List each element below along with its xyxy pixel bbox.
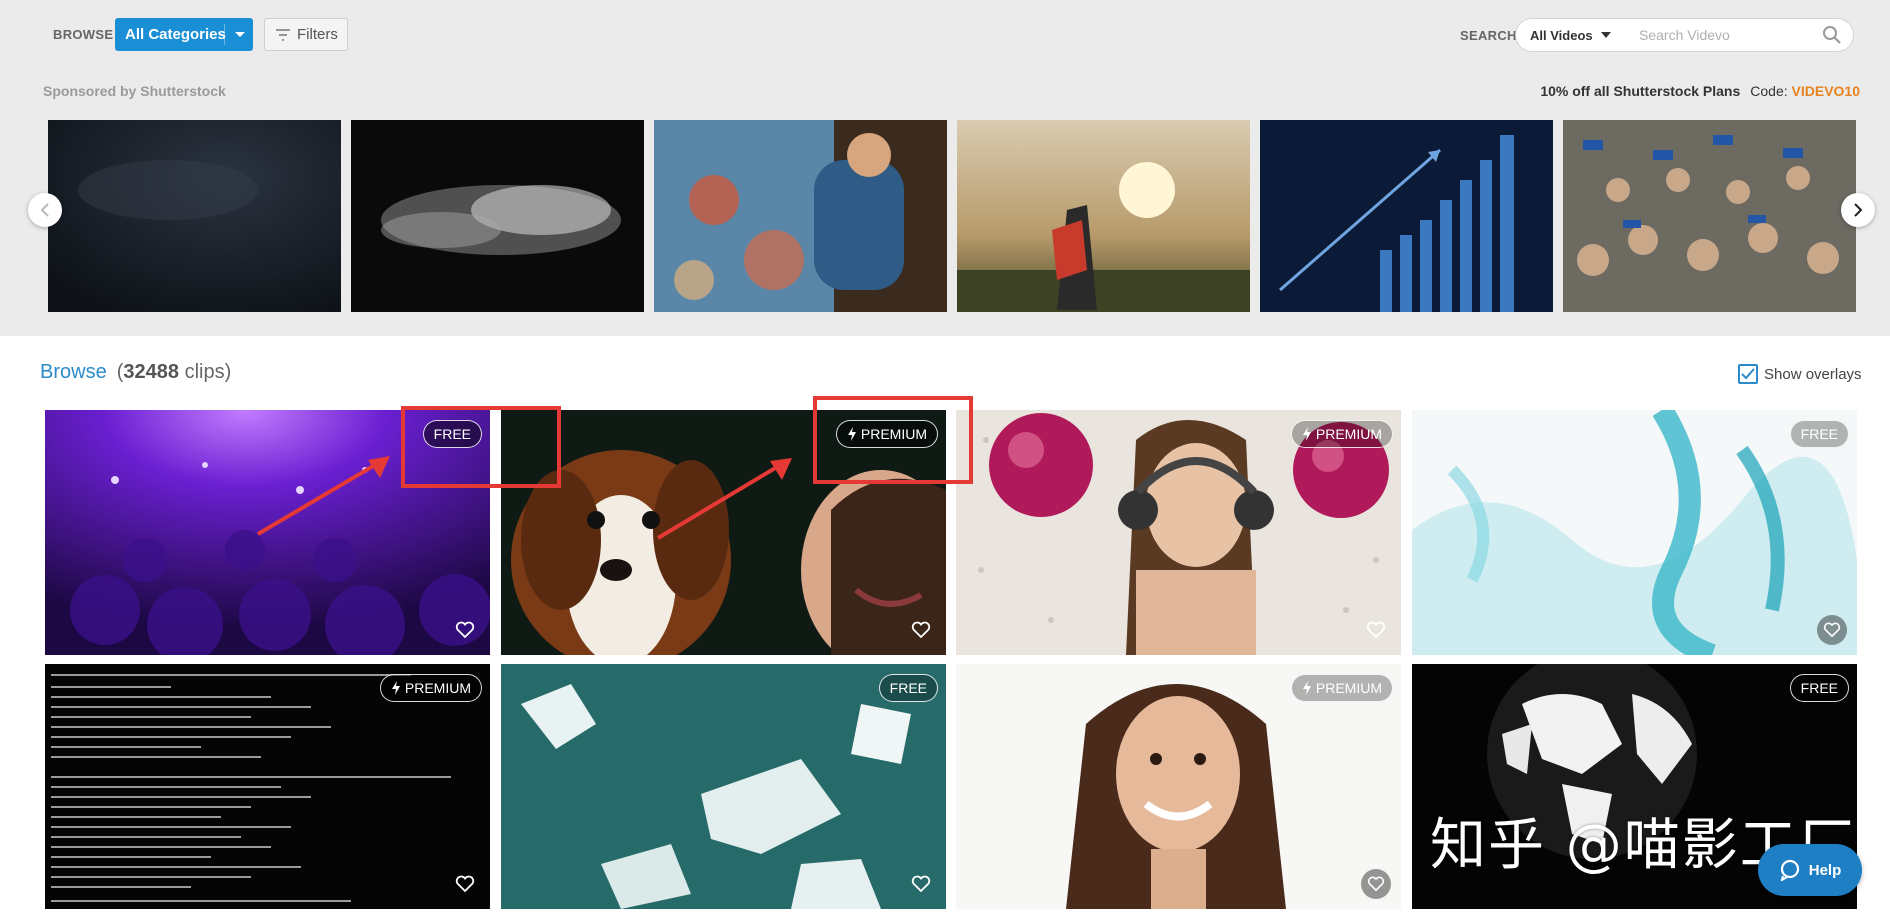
carousel-thumbnail[interactable] [351, 120, 644, 312]
annotation-arrow-premium [656, 458, 792, 540]
heart-icon [911, 621, 931, 639]
chevron-right-icon [1854, 203, 1863, 217]
category-button-label: All Categories [125, 26, 226, 43]
show-overlays-checkbox[interactable] [1738, 364, 1758, 384]
carousel-thumbnail[interactable] [654, 120, 947, 312]
heart-icon [455, 875, 475, 893]
carousel-thumbnail[interactable] [957, 120, 1250, 312]
carousel-prev-button[interactable] [28, 193, 62, 227]
favorite-button[interactable] [450, 869, 480, 899]
sponsored-label: Sponsored by Shutterstock [43, 83, 226, 99]
free-badge: FREE [1789, 674, 1849, 702]
search-label: SEARCH [1460, 28, 1517, 43]
premium-badge: PREMIUM [1290, 420, 1393, 448]
heart-icon [455, 621, 475, 639]
clip-card[interactable]: FREE [501, 664, 946, 909]
browse-header: Browse (32488 clips) [40, 361, 231, 384]
annotation-box-free [401, 406, 561, 488]
carousel-thumbnail[interactable] [1563, 120, 1856, 312]
show-overlays-toggle[interactable]: Show overlays [1738, 364, 1862, 384]
premium-badge: PREMIUM [1290, 674, 1393, 702]
promo-text: 10% off all Shutterstock Plans [1540, 83, 1741, 99]
chevron-left-icon [40, 203, 49, 217]
carousel-thumbnail[interactable] [48, 120, 341, 312]
search-icon[interactable] [1822, 25, 1842, 45]
favorite-button[interactable] [1361, 869, 1391, 899]
carousel-next-button[interactable] [1841, 193, 1875, 227]
lightning-icon [1302, 681, 1311, 695]
promo-code: Code: VIDEVO10 [1750, 83, 1860, 99]
promo-banner[interactable]: 10% off all Shutterstock Plans Code: VID… [1540, 83, 1860, 99]
help-button[interactable]: Help [1758, 844, 1862, 896]
search-input[interactable] [1629, 18, 1854, 52]
premium-badge: PREMIUM [379, 674, 482, 702]
search-scope-select[interactable]: All Videos [1515, 18, 1630, 52]
heart-icon [1366, 621, 1386, 639]
favorite-button[interactable] [1817, 615, 1847, 645]
browse-title[interactable]: Browse [40, 361, 107, 384]
lightning-icon [391, 681, 400, 695]
clip-card[interactable]: PREMIUM [956, 664, 1401, 909]
free-badge: FREE [878, 674, 938, 702]
filters-button[interactable]: Filters [264, 18, 348, 51]
clip-card[interactable]: PREMIUM [956, 410, 1401, 655]
heart-icon [1367, 876, 1385, 892]
caret-down-icon [1600, 32, 1611, 38]
filter-icon [276, 28, 290, 41]
lightning-icon [1302, 427, 1311, 441]
filters-label: Filters [297, 26, 338, 43]
annotation-box-premium [813, 396, 973, 484]
chat-bubble-icon [1780, 859, 1799, 881]
search-scope-value: All Videos [1530, 27, 1593, 43]
heart-icon [911, 875, 931, 893]
help-label: Help [1808, 861, 1842, 879]
show-overlays-label: Show overlays [1764, 365, 1862, 383]
clip-card[interactable]: FREE [1412, 410, 1857, 655]
heart-icon [1823, 622, 1841, 638]
favorite-button[interactable] [906, 615, 936, 645]
favorite-button[interactable] [906, 869, 936, 899]
free-badge: FREE [1789, 420, 1849, 448]
annotation-arrow-free [256, 456, 390, 536]
clip-card[interactable]: PREMIUM [45, 664, 490, 909]
checkmark-icon [1741, 368, 1755, 380]
promo-code-value: VIDEVO10 [1791, 83, 1860, 99]
clip-count: (32488 clips) [116, 361, 232, 383]
browse-label: BROWSE [53, 27, 114, 42]
top-band: BROWSE All Categories Filters SEARCH All… [0, 0, 1890, 336]
all-categories-dropdown[interactable]: All Categories [115, 18, 253, 51]
sponsored-carousel [48, 120, 1858, 312]
chevron-down-icon [235, 32, 245, 37]
carousel-thumbnail[interactable] [1260, 120, 1553, 312]
favorite-button[interactable] [450, 615, 480, 645]
favorite-button[interactable] [1361, 615, 1391, 645]
